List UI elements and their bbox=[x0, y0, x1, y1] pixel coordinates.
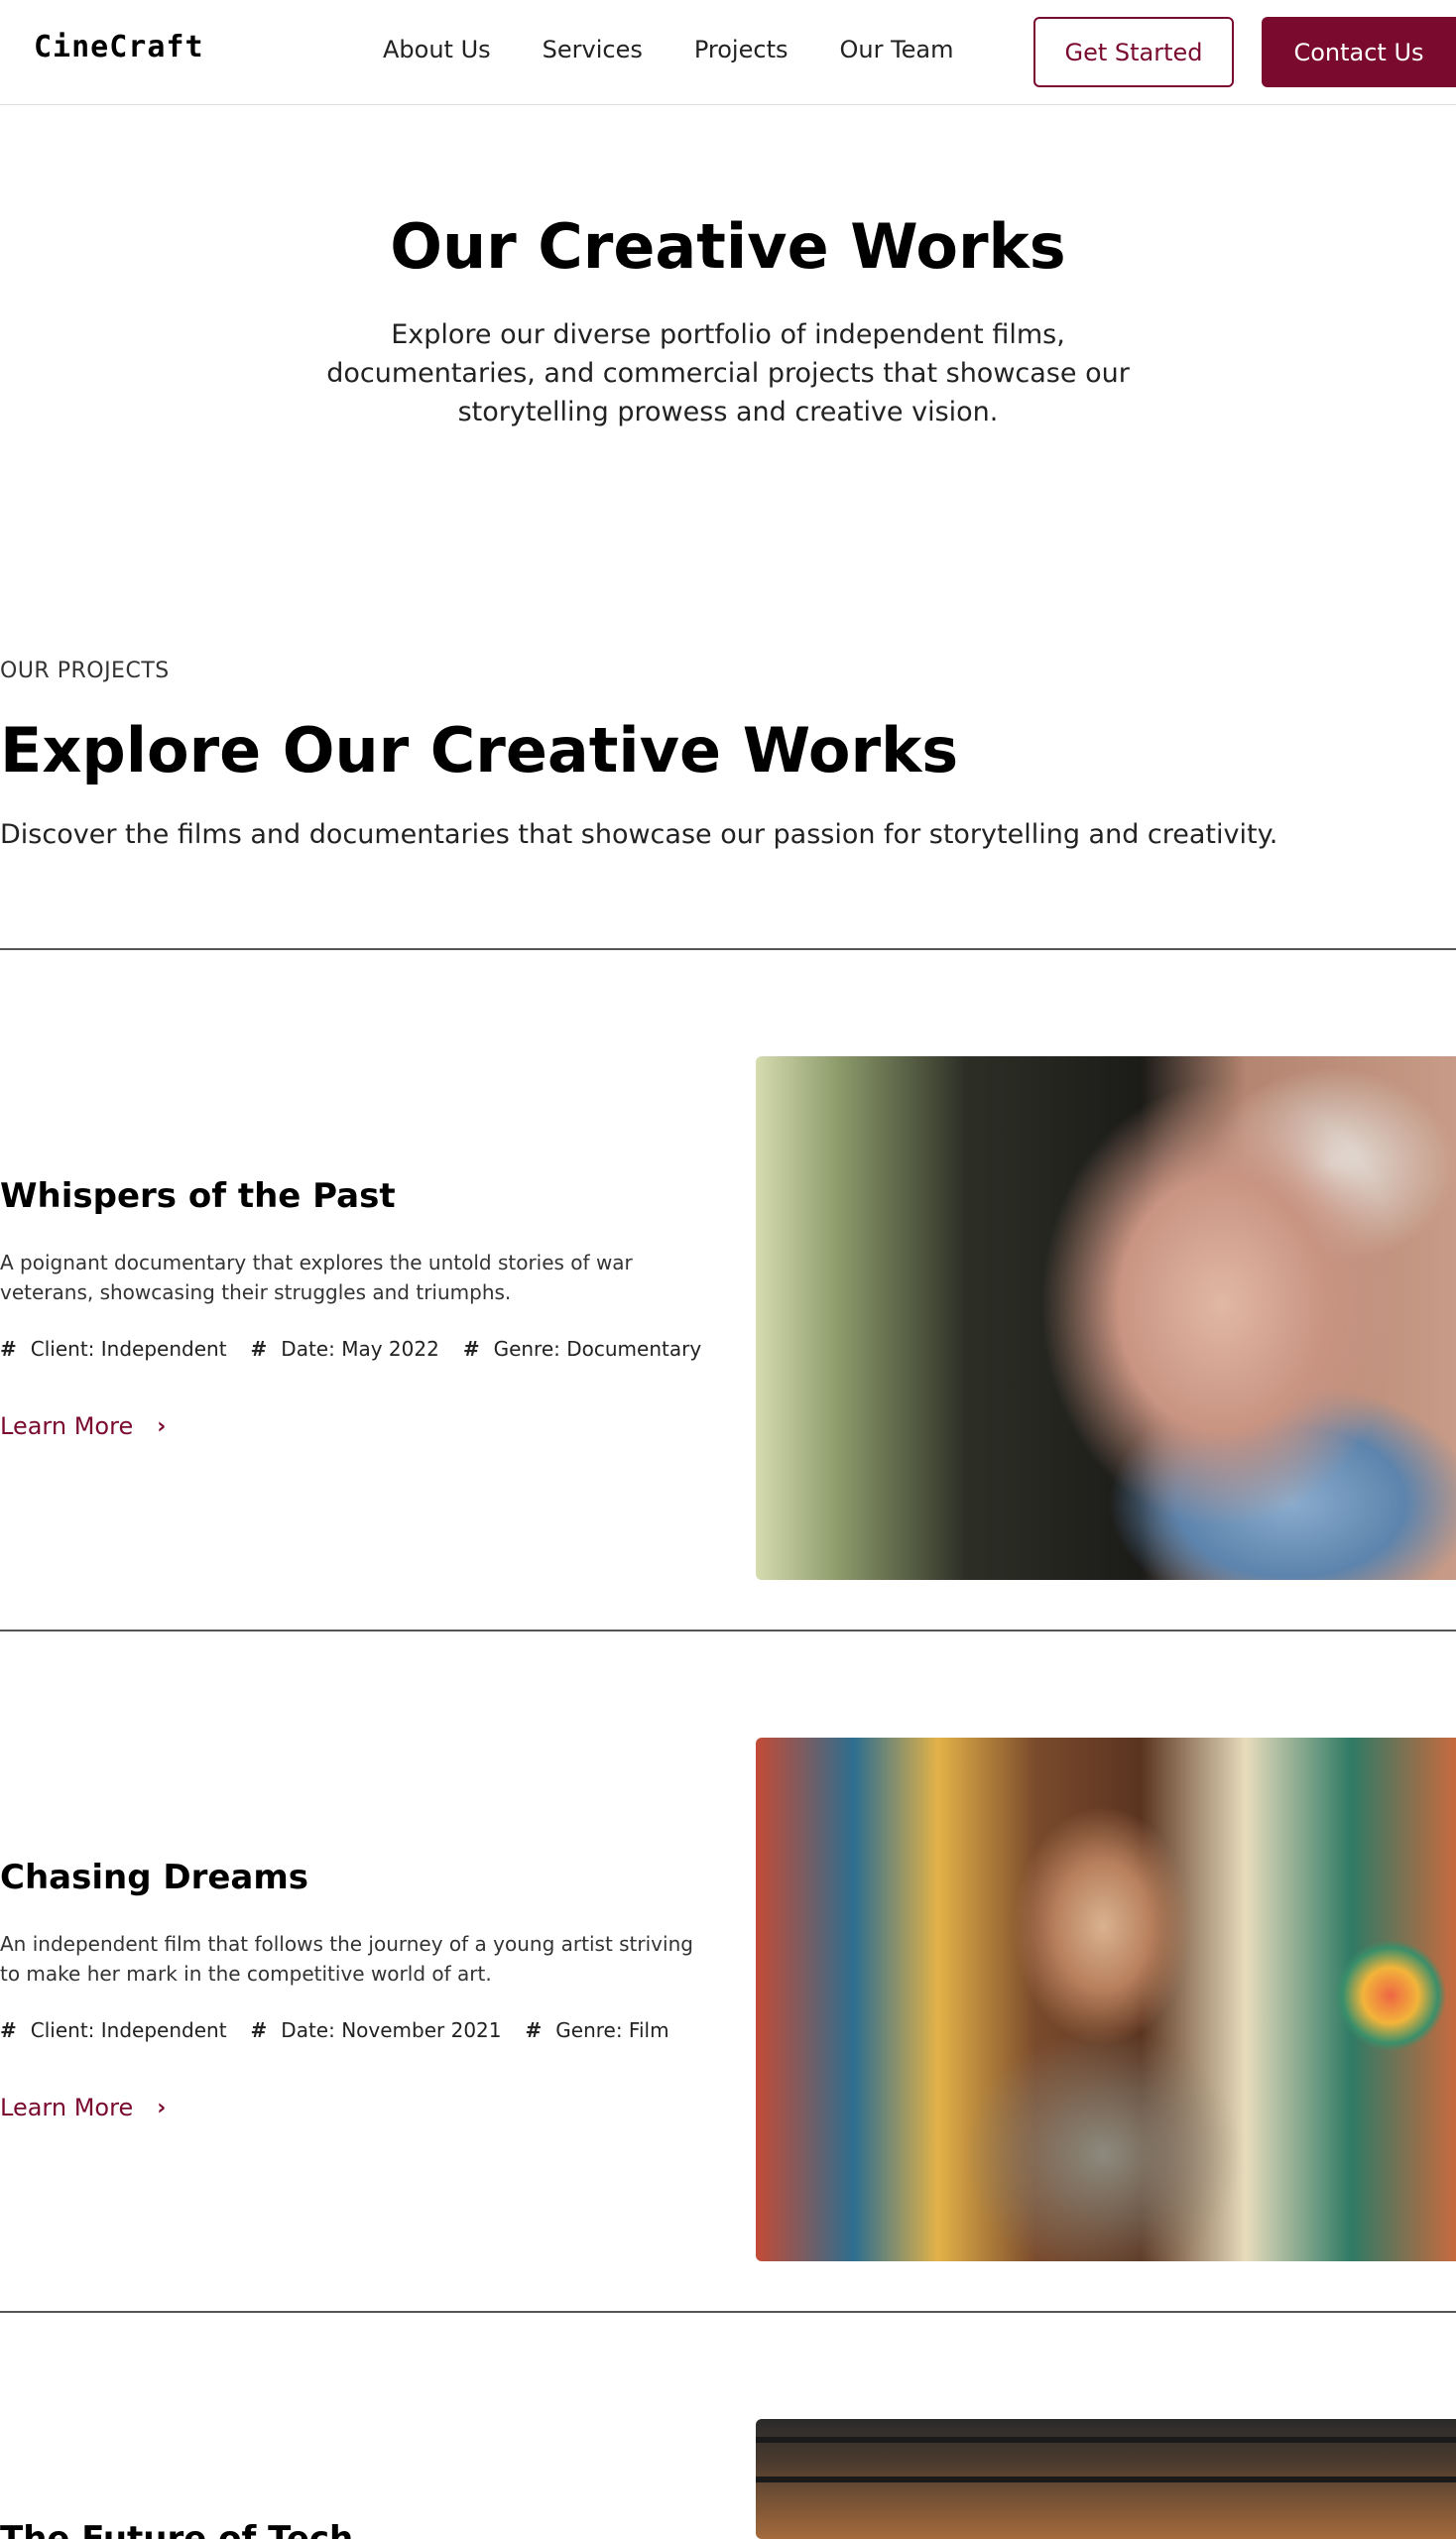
divider bbox=[0, 2311, 1456, 2313]
meta-date-text: Date: November 2021 bbox=[281, 2018, 502, 2042]
hash-icon: # bbox=[462, 1337, 480, 1361]
meta-genre-text: Genre: Film bbox=[555, 2018, 669, 2042]
divider bbox=[0, 1630, 1456, 1632]
main-nav: About Us Services Projects Our Team bbox=[383, 36, 954, 63]
project-title: Whispers of the Past bbox=[0, 1176, 396, 1216]
nav-about-us[interactable]: About Us bbox=[383, 36, 491, 63]
divider bbox=[0, 948, 1456, 950]
project-meta: # Client: Independent # Date: May 2022 # Ge… bbox=[0, 1337, 701, 1361]
get-started-button[interactable]: Get Started bbox=[1033, 17, 1234, 87]
meta-date: # Date: May 2022 bbox=[251, 1337, 439, 1361]
chevron-right-icon: › bbox=[157, 2095, 167, 2120]
section-subtitle: Discover the films and documentaries tha… bbox=[0, 819, 1278, 850]
hash-icon: # bbox=[0, 2018, 17, 2042]
hash-icon: # bbox=[0, 1337, 17, 1361]
meta-client-text: Client: Independent bbox=[30, 2018, 227, 2042]
logo[interactable]: CineCraft bbox=[34, 30, 204, 64]
hash-icon: # bbox=[250, 1337, 268, 1361]
project-title: The Future of Tech bbox=[0, 2519, 354, 2539]
hero-title: Our Creative Works bbox=[390, 210, 1066, 283]
hash-icon: # bbox=[250, 2018, 268, 2042]
meta-genre: # Genre: Film bbox=[526, 2018, 669, 2042]
hero-subtitle: Explore our diverse portfolio of indepen… bbox=[326, 319, 1130, 427]
learn-more-link[interactable]: Learn More › bbox=[0, 2094, 166, 2121]
meta-client: # Client: Independent bbox=[0, 2018, 227, 2042]
project-description: A poignant documentary that explores the… bbox=[0, 1251, 633, 1304]
project-image-artist bbox=[756, 1738, 1456, 2261]
image-detail bbox=[756, 2437, 1456, 2443]
meta-date-text: Date: May 2022 bbox=[281, 1337, 439, 1361]
contact-us-button[interactable]: Contact Us bbox=[1262, 17, 1456, 87]
meta-genre-text: Genre: Documentary bbox=[493, 1337, 702, 1361]
project-image-veteran bbox=[756, 1056, 1456, 1580]
hash-icon: # bbox=[525, 2018, 543, 2042]
section-eyebrow: OUR PROJECTS bbox=[0, 659, 170, 683]
learn-more-label: Learn More bbox=[0, 1412, 134, 1440]
project-description: An independent film that follows the jou… bbox=[0, 1932, 693, 1986]
meta-client-text: Client: Independent bbox=[30, 1337, 227, 1361]
project-title: Chasing Dreams bbox=[0, 1858, 309, 1897]
image-detail bbox=[756, 2477, 1456, 2482]
meta-client: # Client: Independent bbox=[0, 1337, 227, 1361]
chevron-right-icon: › bbox=[157, 1413, 167, 1439]
site-header: CineCraft About Us Services Projects Our… bbox=[0, 0, 1456, 105]
meta-date: # Date: November 2021 bbox=[251, 2018, 502, 2042]
project-meta: # Client: Independent # Date: November 202… bbox=[0, 2018, 669, 2042]
nav-our-team[interactable]: Our Team bbox=[839, 36, 953, 63]
nav-services[interactable]: Services bbox=[543, 36, 643, 63]
section-title: Explore Our Creative Works bbox=[0, 714, 959, 786]
learn-more-label: Learn More bbox=[0, 2094, 134, 2121]
meta-genre: # Genre: Documentary bbox=[463, 1337, 701, 1361]
nav-projects[interactable]: Projects bbox=[694, 36, 789, 63]
project-image-tech bbox=[756, 2419, 1456, 2539]
learn-more-link[interactable]: Learn More › bbox=[0, 1412, 166, 1440]
